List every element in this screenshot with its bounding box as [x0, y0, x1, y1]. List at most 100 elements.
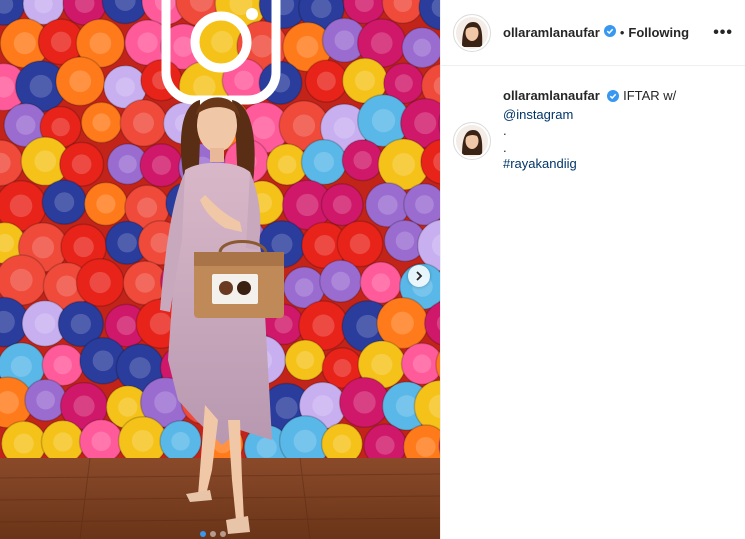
pompom-highlight: [31, 236, 55, 259]
pompom-highlight: [154, 391, 177, 414]
carousel-dot: [220, 531, 226, 537]
pompom-highlight: [50, 31, 72, 53]
pompom-highlight: [314, 234, 336, 256]
pompom-highlight: [415, 195, 434, 214]
pompom-highlight: [91, 431, 111, 452]
pompom-highlight: [413, 38, 432, 57]
pompom-highlight: [133, 112, 154, 134]
pompom-highlight: [312, 395, 334, 417]
pompom-highlight: [69, 70, 92, 93]
pompom-highlight: [371, 353, 393, 376]
pompom-highlight: [16, 115, 36, 135]
pompom-highlight: [149, 312, 172, 335]
pompom-highlight: [118, 155, 137, 174]
header-separator: •: [619, 25, 625, 40]
pompom-highlight: [394, 74, 413, 93]
pompom-highlight: [275, 396, 298, 419]
pompom-highlight: [333, 358, 352, 378]
pompom-highlight: [92, 113, 111, 132]
pompom-highlight: [412, 354, 432, 374]
more-options-icon[interactable]: •••: [713, 24, 733, 42]
pompom-highlight: [56, 275, 78, 297]
pompom-highlight: [10, 268, 33, 292]
avatar-image: [456, 125, 488, 157]
caption-line-1: IFTAR w/: [623, 88, 677, 103]
mention-link[interactable]: @instagram: [503, 107, 573, 122]
pompom-highlight: [89, 32, 112, 55]
pompom-highlight: [293, 429, 317, 453]
pompom-highlight: [296, 193, 319, 217]
hashtag-link[interactable]: #rayakandiig: [503, 156, 577, 171]
pompom-highlight: [70, 313, 91, 335]
pompom-highlight: [137, 197, 158, 218]
pompom-highlight: [371, 108, 396, 133]
pompom-highlight: [53, 432, 73, 452]
carousel-dot: [200, 531, 206, 537]
header-username[interactable]: ollaramlanaufar: [503, 25, 600, 40]
pompom-highlight: [92, 350, 114, 372]
pompom-highlight: [89, 271, 111, 294]
caption-text: ollaramlanaufar IFTAR w/ @instagram . . …: [503, 88, 676, 173]
pompom-highlight: [29, 74, 53, 98]
pompom-highlight: [234, 70, 254, 91]
post-photo[interactable]: [0, 0, 440, 539]
pompom-highlight: [377, 194, 398, 215]
pompom-highlight: [9, 194, 33, 218]
instagram-post: ollaramlanaufar • Following ••• ollaraml…: [0, 0, 745, 539]
pompom-highlight: [370, 32, 393, 55]
pompom-highlight: [54, 192, 75, 213]
pompom-highlight: [356, 314, 380, 338]
pompom-highlight: [332, 195, 352, 215]
pompom-highlight: [10, 355, 32, 377]
pompom-highlight: [313, 151, 334, 173]
pompom-highlight: [135, 273, 155, 293]
pompom-highlight: [250, 34, 274, 58]
carousel-next-button[interactable]: [408, 265, 430, 287]
post-side-panel: ollaramlanaufar • Following ••• ollaraml…: [440, 0, 745, 539]
pompom-highlight: [274, 315, 293, 334]
pompom-highlight: [171, 432, 190, 451]
pompom-highlight: [53, 355, 73, 375]
pompom-highlight: [316, 71, 336, 91]
pompom-highlight: [333, 117, 356, 139]
pompom-highlight: [334, 30, 355, 51]
pompom-highlight: [252, 116, 276, 140]
pompom-highlight: [13, 433, 34, 454]
pompom-highlight: [118, 397, 138, 417]
pompom-highlight: [294, 278, 314, 297]
pompom-highlight: [115, 77, 135, 97]
pompom-highlight: [96, 194, 116, 214]
pompom-highlight: [131, 429, 154, 452]
following-button[interactable]: Following: [628, 25, 689, 40]
pompom-highlight: [211, 30, 234, 53]
pompom-highlight: [331, 271, 351, 291]
pompom-highlight: [296, 351, 315, 370]
pompom-highlight: [371, 273, 391, 292]
pompom-highlight: [193, 75, 216, 98]
pompom-highlight: [117, 233, 137, 253]
pompom-highlight: [36, 390, 55, 410]
caption-dot-line: .: [503, 139, 507, 155]
pompom-highlight: [353, 151, 372, 170]
pompom-highlight: [34, 150, 57, 173]
carousel-dot: [210, 531, 216, 537]
verified-badge-icon: [603, 24, 616, 42]
caption-avatar[interactable]: [453, 122, 491, 160]
pompom-highlight: [277, 155, 297, 174]
pompom-highlight: [349, 233, 371, 255]
post-header: ollaramlanaufar • Following •••: [441, 0, 745, 66]
pompom-highlight: [34, 313, 56, 334]
caption-username[interactable]: ollaramlanaufar: [503, 88, 600, 103]
pompom-highlight: [256, 437, 277, 458]
pompom-highlight: [296, 35, 319, 58]
pompom-highlight: [414, 112, 437, 135]
avatar[interactable]: [453, 13, 491, 52]
pompom-highlight: [392, 152, 416, 176]
avatar-image: [456, 16, 488, 49]
pompom-highlight: [312, 314, 335, 337]
pompom-highlight: [51, 117, 70, 137]
pompom-highlight: [353, 391, 376, 414]
pompom-highlight: [375, 435, 395, 455]
pompom-highlight: [415, 437, 436, 457]
pompom-highlight: [116, 316, 136, 336]
